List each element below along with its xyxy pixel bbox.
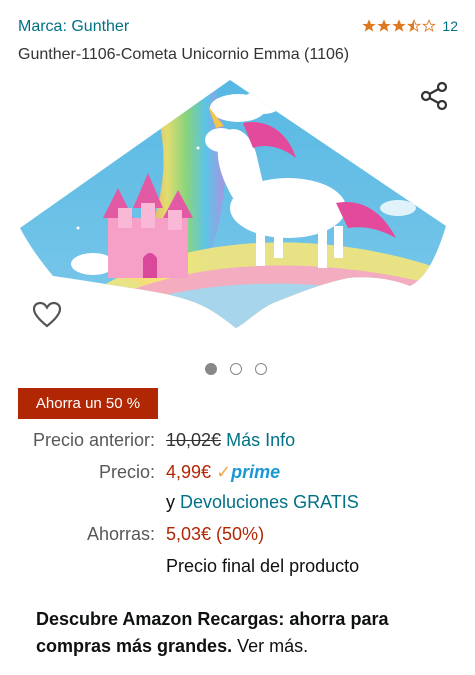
promo-link[interactable]: Ver más. bbox=[237, 636, 308, 656]
brand-link[interactable]: Marca: Gunther bbox=[18, 18, 129, 36]
star-half-icon bbox=[407, 19, 422, 32]
carousel-dot-1[interactable] bbox=[205, 363, 217, 375]
promo-text: Descubre Amazon Recargas: ahorra para co… bbox=[36, 609, 389, 656]
product-title: Gunther-1106-Cometa Unicornio Emma (1106… bbox=[18, 46, 350, 63]
carousel-dot-3[interactable] bbox=[255, 363, 267, 375]
prime-check-icon: ✓ bbox=[216, 462, 232, 482]
price-value: 4,99€ bbox=[166, 462, 212, 482]
savings-value: 5,03€ (50%) bbox=[166, 524, 265, 544]
star-full-icon bbox=[362, 19, 377, 32]
price-row: Precio: 4,99€ ✓prime bbox=[0, 462, 475, 486]
carousel-dots bbox=[205, 363, 267, 375]
rating[interactable]: 12 bbox=[362, 18, 458, 34]
more-info-link[interactable]: Más Info bbox=[226, 430, 295, 450]
final-price-note: Precio final del producto bbox=[166, 556, 360, 576]
recargas-promo: Descubre Amazon Recargas: ahorra para co… bbox=[36, 606, 446, 660]
rating-stars bbox=[362, 19, 437, 33]
previous-price-group: 10,02€ Más Info bbox=[166, 430, 295, 451]
product-image[interactable] bbox=[18, 78, 448, 330]
star-empty-icon bbox=[422, 19, 437, 32]
price-group: 4,99€ ✓prime bbox=[166, 462, 280, 483]
prime-logo: ✓prime bbox=[216, 462, 280, 482]
heart-icon[interactable] bbox=[32, 300, 62, 330]
final-price-row: Precio final del producto bbox=[0, 556, 475, 580]
discount-badge: Ahorra un 50 % bbox=[18, 388, 158, 419]
share-icon[interactable] bbox=[418, 80, 450, 112]
previous-price-label: Precio anterior: bbox=[32, 430, 155, 450]
star-full-icon bbox=[377, 19, 392, 32]
returns-row: y Devoluciones GRATIS bbox=[0, 492, 475, 516]
returns-group: y Devoluciones GRATIS bbox=[166, 492, 359, 513]
carousel-dot-2[interactable] bbox=[230, 363, 242, 375]
free-returns-link[interactable]: Devoluciones GRATIS bbox=[180, 492, 359, 512]
rating-count[interactable]: 12 bbox=[442, 18, 458, 34]
previous-price-value: 10,02€ bbox=[166, 430, 222, 450]
savings-label: Ahorras: bbox=[86, 524, 155, 544]
previous-price-row: Precio anterior: 10,02€ Más Info bbox=[0, 430, 475, 454]
prime-word: prime bbox=[231, 462, 281, 482]
returns-prefix: y bbox=[166, 492, 175, 512]
star-full-icon bbox=[392, 19, 407, 32]
savings-row: Ahorras: 5,03€ (50%) bbox=[0, 524, 475, 548]
brand-row: Marca: Gunther 12 bbox=[18, 18, 458, 40]
price-label: Precio: bbox=[98, 462, 155, 482]
